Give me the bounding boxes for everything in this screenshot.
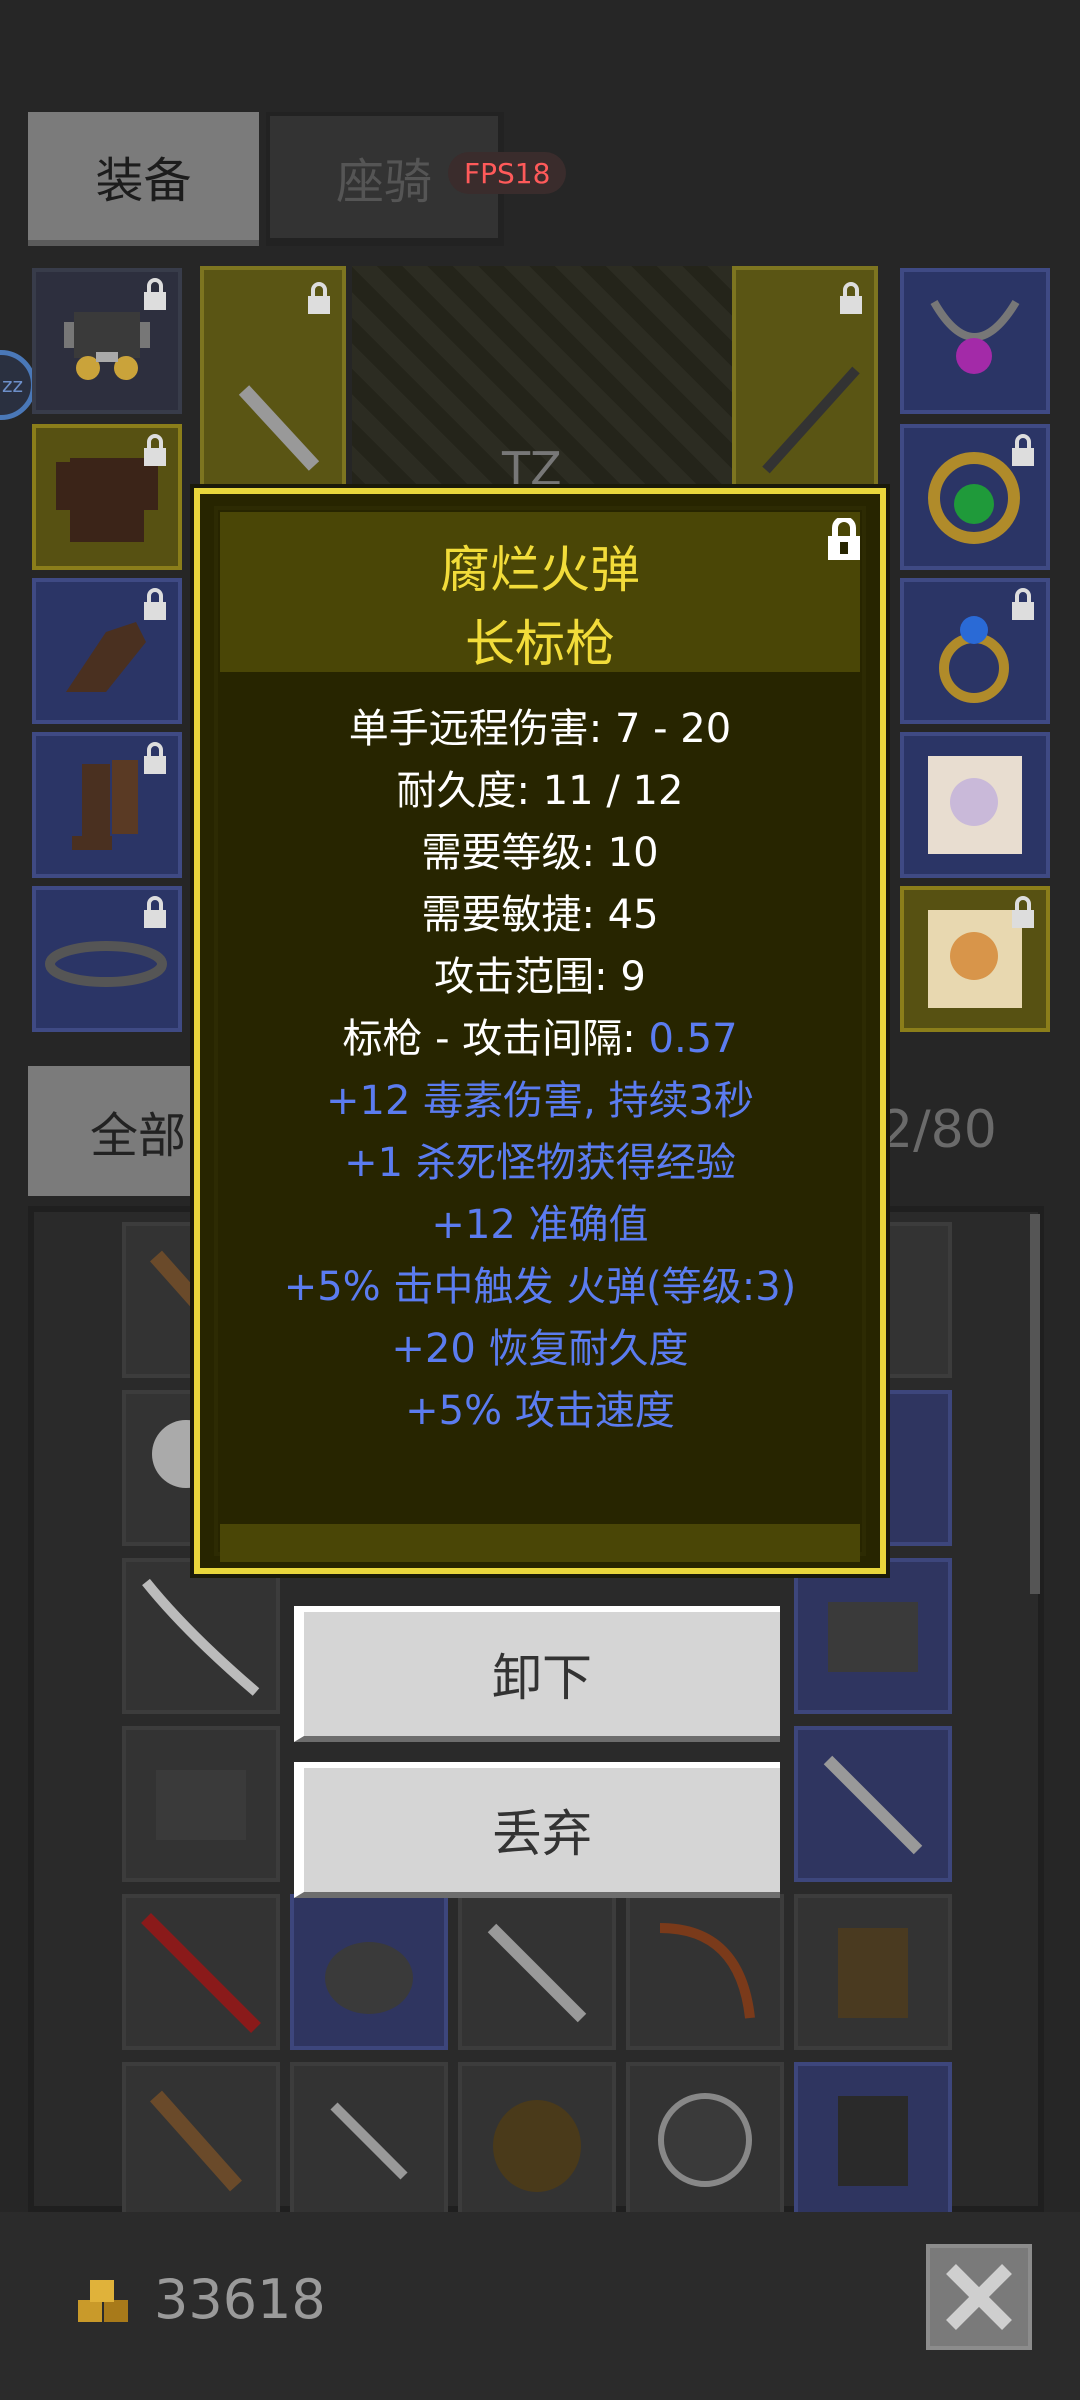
character-portrait: TZ bbox=[352, 266, 732, 496]
dagger-icon bbox=[330, 2102, 408, 2180]
filter-all-button[interactable]: 全部 bbox=[28, 1066, 198, 1196]
inventory-slot[interactable] bbox=[626, 2062, 784, 2218]
off-hand-slot[interactable] bbox=[732, 266, 878, 496]
affix-line: +5% 攻击速度 bbox=[405, 1388, 675, 1434]
pet-card-slot-1[interactable] bbox=[900, 732, 1050, 878]
round-shield-icon bbox=[658, 2093, 752, 2187]
inventory-slot[interactable] bbox=[794, 1726, 952, 1882]
stat-line: 单手远程伤害: 7 - 20 bbox=[348, 706, 732, 752]
item-type: 长标枪 bbox=[465, 615, 615, 673]
iron-helmet-icon bbox=[325, 1942, 413, 2014]
item-name: 腐烂火弹 bbox=[440, 541, 640, 599]
pet-card-icon bbox=[928, 756, 1022, 854]
pet-card-slot-2[interactable] bbox=[900, 886, 1050, 1032]
lock-icon bbox=[1012, 588, 1034, 620]
red-axe-icon bbox=[141, 1913, 261, 2033]
tab-mount-label: 座骑 bbox=[335, 154, 432, 210]
club-icon bbox=[150, 2090, 242, 2192]
attack-speed-label: 标枪 - 攻击间隔: bbox=[342, 1016, 649, 1062]
hood-icon bbox=[493, 2100, 581, 2192]
lock-icon bbox=[1012, 434, 1034, 466]
amulet-icon bbox=[930, 299, 1020, 374]
affix-line: +12 毒素伤害, 持续3秒 bbox=[325, 1078, 754, 1124]
scimitar-icon bbox=[142, 1578, 260, 1696]
attack-speed-value: 0.57 bbox=[648, 1016, 738, 1062]
main-hand-slot[interactable] bbox=[200, 266, 346, 496]
fps-badge: FPS18 bbox=[448, 152, 567, 194]
helmet-icon bbox=[828, 1602, 918, 1672]
tooltip-footer bbox=[220, 1524, 860, 1562]
affix-line: +20 恢复耐久度 bbox=[391, 1326, 689, 1372]
leather-armor-icon bbox=[838, 2096, 908, 2186]
lock-icon bbox=[144, 588, 166, 620]
amulet-slot[interactable] bbox=[900, 268, 1050, 414]
sword-icon bbox=[823, 1755, 923, 1855]
stat-line: 攻击范围: 9 bbox=[434, 954, 646, 1000]
inventory-slot[interactable] bbox=[626, 1894, 784, 2050]
filter-all-label: 全部 bbox=[90, 1108, 187, 1164]
gloves-slot[interactable] bbox=[32, 578, 182, 724]
ring-slot-2[interactable] bbox=[900, 578, 1050, 724]
inventory-slot[interactable] bbox=[290, 2062, 448, 2218]
tab-equipment[interactable]: 装备 bbox=[28, 112, 259, 246]
inventory-slot[interactable] bbox=[122, 1558, 280, 1714]
item-tooltip: 腐烂火弹 长标枪 单手远程伤害: 7 - 20 耐久度: 11 / 12 需要等… bbox=[194, 488, 886, 1574]
ring-slot-1[interactable] bbox=[900, 424, 1050, 570]
close-icon bbox=[946, 2264, 1012, 2330]
sleep-status-badge[interactable]: zz bbox=[0, 350, 36, 420]
belt-slot[interactable] bbox=[32, 886, 182, 1032]
inventory-count: 2/80 bbox=[880, 1100, 997, 1160]
boots-slot[interactable] bbox=[32, 732, 182, 878]
lock-icon bbox=[308, 282, 330, 314]
inventory-scrollbar[interactable] bbox=[1030, 1214, 1040, 1594]
inventory-slot[interactable] bbox=[458, 1894, 616, 2050]
lock-icon bbox=[840, 282, 862, 314]
affix-line: +1 杀死怪物获得经验 bbox=[344, 1140, 736, 1186]
inventory-slot[interactable] bbox=[794, 1894, 952, 2050]
inventory-slot[interactable] bbox=[122, 1726, 280, 1882]
inventory-slot[interactable] bbox=[458, 2062, 616, 2218]
stat-line: 耐久度: 11 / 12 bbox=[396, 768, 684, 814]
lock-icon bbox=[144, 434, 166, 466]
discard-button[interactable]: 丢弃 bbox=[294, 1762, 780, 1898]
sword-icon bbox=[487, 1923, 587, 2023]
inventory-slot[interactable] bbox=[290, 1894, 448, 2050]
tab-equipment-label: 装备 bbox=[95, 153, 192, 209]
stat-line: 需要等级: 10 bbox=[421, 830, 659, 876]
affix-line: +12 准确值 bbox=[431, 1202, 649, 1248]
gold-amount: 33618 bbox=[154, 2268, 326, 2331]
attack-speed-line: 标枪 - 攻击间隔: 0.57 bbox=[200, 1006, 880, 1064]
inventory-slot[interactable] bbox=[794, 2062, 952, 2218]
unequip-button[interactable]: 卸下 bbox=[294, 1606, 780, 1742]
lock-icon bbox=[144, 742, 166, 774]
lock-icon bbox=[144, 278, 166, 310]
helmet-slot[interactable] bbox=[32, 268, 182, 414]
discard-label: 丢弃 bbox=[492, 1805, 592, 1863]
bow-icon bbox=[659, 1923, 755, 2019]
inventory-slot[interactable] bbox=[122, 2062, 280, 2218]
inventory-slot[interactable] bbox=[794, 1558, 952, 1714]
inventory-slot[interactable] bbox=[122, 1894, 280, 2050]
close-button[interactable] bbox=[926, 2244, 1032, 2350]
affix-line: +5% 击中触发 火弹(等级:3) bbox=[283, 1264, 797, 1310]
lock-icon bbox=[144, 896, 166, 928]
unequip-label: 卸下 bbox=[492, 1649, 592, 1707]
gold-coins-icon bbox=[78, 2280, 128, 2322]
helmet-icon bbox=[156, 1770, 246, 1840]
leather-armor-icon bbox=[838, 1928, 908, 2018]
stat-line: 需要敏捷: 45 bbox=[421, 892, 659, 938]
lock-icon bbox=[1012, 896, 1034, 928]
armor-slot[interactable] bbox=[32, 424, 182, 570]
